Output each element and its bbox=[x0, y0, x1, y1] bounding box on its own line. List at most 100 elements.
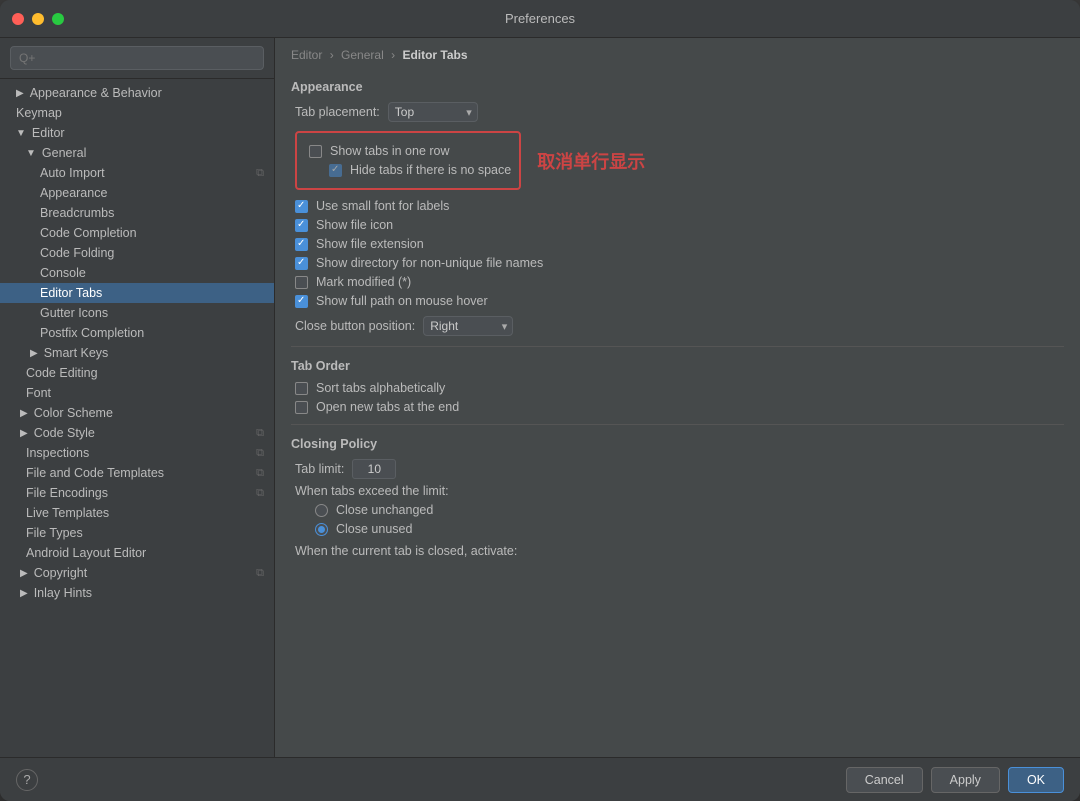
close-btn-select[interactable]: Right Left Hidden bbox=[423, 316, 513, 336]
tab-limit-row: Tab limit: 10 bbox=[291, 459, 1064, 479]
sidebar-item-label: Editor bbox=[32, 126, 65, 140]
sidebar-item-appearance-behavior[interactable]: ▶ Appearance & Behavior bbox=[0, 83, 274, 103]
tab-placement-select-wrapper: Top Bottom Left Right None bbox=[388, 102, 478, 122]
maximize-button[interactable] bbox=[52, 13, 64, 25]
close-btn-row: Close button position: Right Left Hidden bbox=[291, 316, 1064, 336]
sidebar-item-console[interactable]: Console bbox=[0, 263, 274, 283]
close-unused-row: Close unused bbox=[291, 522, 1064, 536]
sidebar-item-appearance[interactable]: Appearance bbox=[0, 183, 274, 203]
sidebar-item-file-encodings[interactable]: File Encodings ⧉ bbox=[0, 483, 274, 503]
hide-tabs-label[interactable]: Hide tabs if there is no space bbox=[350, 163, 511, 177]
mark-modified-checkbox[interactable] bbox=[295, 276, 308, 289]
sort-tabs-label[interactable]: Sort tabs alphabetically bbox=[316, 381, 445, 395]
sidebar-item-code-style[interactable]: ▶ Code Style ⧉ bbox=[0, 423, 274, 443]
sidebar-item-live-templates[interactable]: Live Templates bbox=[0, 503, 274, 523]
close-unused-radio[interactable] bbox=[315, 523, 328, 536]
copy-icon: ⧉ bbox=[256, 567, 264, 580]
close-button[interactable] bbox=[12, 13, 24, 25]
sidebar-item-color-scheme[interactable]: ▶ Color Scheme bbox=[0, 403, 274, 423]
copy-icon: ⧉ bbox=[256, 447, 264, 460]
new-tabs-end-label[interactable]: Open new tabs at the end bbox=[316, 400, 459, 414]
ok-button[interactable]: OK bbox=[1008, 767, 1064, 793]
tab-placement-select[interactable]: Top Bottom Left Right None bbox=[388, 102, 478, 122]
close-unchanged-label[interactable]: Close unchanged bbox=[336, 503, 433, 517]
mark-modified-label[interactable]: Mark modified (*) bbox=[316, 275, 411, 289]
sidebar-item-label: Smart Keys bbox=[44, 346, 109, 360]
sort-tabs-row: Sort tabs alphabetically bbox=[291, 381, 1064, 395]
minimize-button[interactable] bbox=[32, 13, 44, 25]
sidebar-item-label: Inspections bbox=[26, 446, 89, 460]
bc-current: Editor Tabs bbox=[402, 48, 467, 62]
small-font-label[interactable]: Use small font for labels bbox=[316, 199, 449, 213]
when-exceed-row: When tabs exceed the limit: bbox=[291, 484, 1064, 498]
show-dir-label[interactable]: Show directory for non-unique file names bbox=[316, 256, 543, 270]
chevron-down-icon: ▼ bbox=[26, 148, 36, 159]
file-ext-label[interactable]: Show file extension bbox=[316, 237, 424, 251]
file-ext-checkbox[interactable] bbox=[295, 238, 308, 251]
show-tabs-label[interactable]: Show tabs in one row bbox=[330, 144, 450, 158]
divider-2 bbox=[291, 424, 1064, 425]
sidebar-item-label: Keymap bbox=[16, 106, 62, 120]
sidebar-item-code-editing[interactable]: Code Editing bbox=[0, 363, 274, 383]
when-closed-row: When the current tab is closed, activate… bbox=[291, 544, 1064, 558]
full-path-label[interactable]: Show full path on mouse hover bbox=[316, 294, 488, 308]
mark-modified-row: Mark modified (*) bbox=[291, 275, 1064, 289]
sidebar-item-font[interactable]: Font bbox=[0, 383, 274, 403]
hide-tabs-checkbox[interactable] bbox=[329, 164, 342, 177]
tab-limit-input[interactable]: 10 bbox=[352, 459, 396, 479]
sidebar-item-label: Gutter Icons bbox=[40, 306, 108, 320]
breadcrumb-separator: › bbox=[391, 48, 398, 62]
sidebar-item-label: Auto Import bbox=[40, 166, 105, 180]
chevron-right-icon: ▶ bbox=[20, 588, 28, 599]
sidebar-item-code-folding[interactable]: Code Folding bbox=[0, 243, 274, 263]
open-new-tabs-row: Open new tabs at the end bbox=[291, 400, 1064, 414]
sidebar-item-copyright[interactable]: ▶ Copyright ⧉ bbox=[0, 563, 274, 583]
sort-tabs-checkbox[interactable] bbox=[295, 382, 308, 395]
sidebar-item-inlay-hints[interactable]: ▶ Inlay Hints bbox=[0, 583, 274, 603]
small-font-checkbox[interactable] bbox=[295, 200, 308, 213]
copy-icon: ⧉ bbox=[256, 427, 264, 440]
sidebar-item-code-completion[interactable]: Code Completion bbox=[0, 223, 274, 243]
sidebar-item-postfix-completion[interactable]: Postfix Completion bbox=[0, 323, 274, 343]
sidebar-item-label: Color Scheme bbox=[34, 406, 113, 420]
sidebar-item-general[interactable]: ▼ General bbox=[0, 143, 274, 163]
sidebar-item-auto-import[interactable]: Auto Import ⧉ bbox=[0, 163, 274, 183]
appearance-section-title: Appearance bbox=[291, 80, 1064, 94]
sidebar-item-file-code-templates[interactable]: File and Code Templates ⧉ bbox=[0, 463, 274, 483]
file-icon-checkbox[interactable] bbox=[295, 219, 308, 232]
breadcrumb-separator: › bbox=[330, 48, 337, 62]
close-unchanged-row: Close unchanged bbox=[291, 503, 1064, 517]
sidebar-nav: ▶ Appearance & Behavior Keymap ▼ Editor … bbox=[0, 79, 274, 757]
preferences-window: Preferences ▶ Appearance & Behavior Keym… bbox=[0, 0, 1080, 801]
sidebar-item-gutter-icons[interactable]: Gutter Icons bbox=[0, 303, 274, 323]
show-dir-checkbox[interactable] bbox=[295, 257, 308, 270]
sidebar-item-label: Code Editing bbox=[26, 366, 98, 380]
search-input[interactable] bbox=[10, 46, 264, 70]
sidebar-item-file-types[interactable]: File Types bbox=[0, 523, 274, 543]
sidebar-item-inspections[interactable]: Inspections ⧉ bbox=[0, 443, 274, 463]
sidebar-item-editor-tabs[interactable]: Editor Tabs bbox=[0, 283, 274, 303]
traffic-lights bbox=[12, 13, 64, 25]
sidebar-item-smart-keys[interactable]: ▶ Smart Keys bbox=[0, 343, 274, 363]
sidebar-item-label: Postfix Completion bbox=[40, 326, 144, 340]
close-unused-label[interactable]: Close unused bbox=[336, 522, 412, 536]
apply-button[interactable]: Apply bbox=[931, 767, 1000, 793]
close-unchanged-radio[interactable] bbox=[315, 504, 328, 517]
show-tabs-checkbox[interactable] bbox=[309, 145, 322, 158]
chevron-down-icon: ▼ bbox=[16, 128, 26, 139]
sidebar-item-label: Code Completion bbox=[40, 226, 137, 240]
cancel-button[interactable]: Cancel bbox=[846, 767, 923, 793]
sidebar-item-editor[interactable]: ▼ Editor bbox=[0, 123, 274, 143]
sidebar-item-label: Appearance bbox=[40, 186, 107, 200]
sidebar-item-label: Live Templates bbox=[26, 506, 109, 520]
sidebar-item-breadcrumbs[interactable]: Breadcrumbs bbox=[0, 203, 274, 223]
full-path-checkbox[interactable] bbox=[295, 295, 308, 308]
when-closed-label: When the current tab is closed, activate… bbox=[295, 544, 517, 558]
new-tabs-end-checkbox[interactable] bbox=[295, 401, 308, 414]
sidebar-item-keymap[interactable]: Keymap bbox=[0, 103, 274, 123]
file-icon-label[interactable]: Show file icon bbox=[316, 218, 393, 232]
sidebar-item-android-layout-editor[interactable]: Android Layout Editor bbox=[0, 543, 274, 563]
help-button[interactable]: ? bbox=[16, 769, 38, 791]
footer-buttons: Cancel Apply OK bbox=[846, 767, 1064, 793]
sidebar-item-label: Inlay Hints bbox=[34, 586, 92, 600]
